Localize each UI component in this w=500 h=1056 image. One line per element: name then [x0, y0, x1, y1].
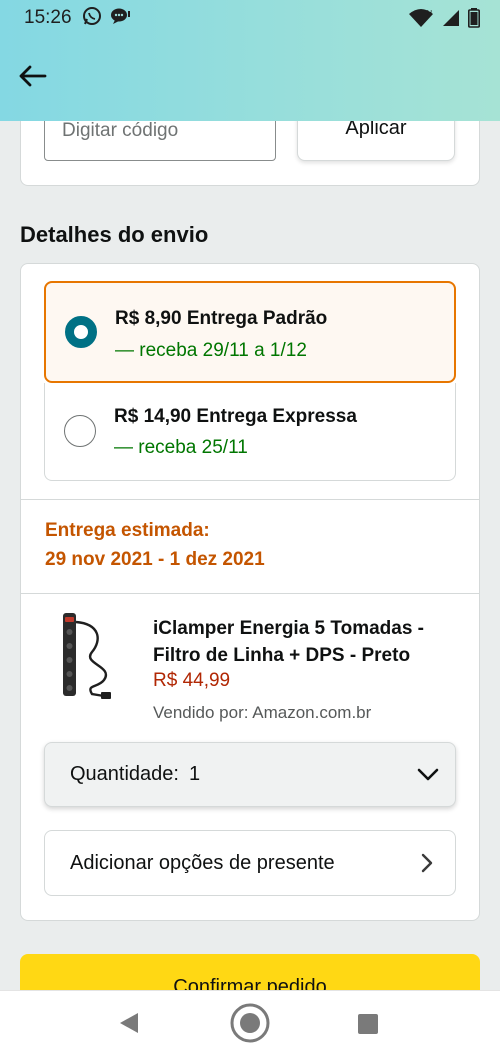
shipping-option-express[interactable]: R$ 14,90 Entrega Expressa — receba 25/11	[44, 383, 456, 481]
shipping-option-title: R$ 8,90 Entrega Padrão	[115, 308, 328, 329]
back-button[interactable]	[14, 60, 50, 96]
nav-home-icon[interactable]	[229, 1002, 271, 1049]
battery-icon	[468, 8, 480, 33]
estimated-delivery-label: Entrega estimada:	[45, 520, 210, 541]
chevron-down-icon	[417, 765, 439, 788]
chevron-right-icon	[421, 853, 433, 879]
signal-icon	[442, 9, 460, 32]
quantity-label: Quantidade:	[70, 763, 179, 785]
checkout-content: Digitar código Aplicar Detalhes do envio…	[0, 0, 500, 990]
android-nav-bar	[0, 990, 500, 1056]
quantity-select[interactable]: Quantidade: 1	[44, 742, 456, 807]
product-image	[52, 610, 124, 702]
svg-text:H: H	[427, 10, 432, 17]
gift-options-label: Adicionar opções de presente	[70, 851, 335, 874]
product-price: R$ 44,99	[153, 670, 231, 691]
status-bar: 15:26 H	[0, 0, 500, 36]
quantity-value: 1	[188, 763, 201, 785]
shipping-option-standard[interactable]: R$ 8,90 Entrega Padrão — receba 29/11 a …	[44, 281, 456, 383]
shipping-option-delivery: — receba 29/11 a 1/12	[115, 340, 307, 361]
product-seller: Vendido por: Amazon.com.br	[153, 703, 372, 722]
coupon-input-placeholder: Digitar código	[62, 120, 179, 141]
shipping-option-title: R$ 14,90 Entrega Expressa	[114, 406, 357, 427]
arrow-left-icon	[17, 64, 47, 93]
chat-icon	[110, 7, 132, 30]
app-header: 15:26 H	[0, 0, 500, 121]
status-time: 15:26	[24, 7, 72, 28]
confirm-order-label: Confirmar pedido	[173, 976, 327, 990]
confirm-order-button[interactable]: Confirmar pedido	[20, 954, 480, 990]
wifi-icon: H	[408, 8, 434, 33]
radio-selected-icon[interactable]	[65, 316, 97, 348]
nav-back-icon[interactable]	[118, 1012, 140, 1039]
add-gift-options-button[interactable]: Adicionar opções de presente	[44, 830, 456, 896]
radio-unselected-icon[interactable]	[64, 415, 96, 447]
divider	[21, 593, 479, 594]
shipping-option-delivery: — receba 25/11	[114, 437, 248, 458]
whatsapp-icon	[82, 6, 102, 31]
estimated-delivery-date: 29 nov 2021 - 1 dez 2021	[45, 549, 265, 570]
nav-recents-icon[interactable]	[357, 1013, 379, 1040]
shipping-section-title: Detalhes do envio	[20, 222, 209, 247]
divider	[21, 499, 479, 500]
product-title[interactable]: iClamper Energia 5 Tomadas - Filtro de L…	[153, 615, 463, 669]
